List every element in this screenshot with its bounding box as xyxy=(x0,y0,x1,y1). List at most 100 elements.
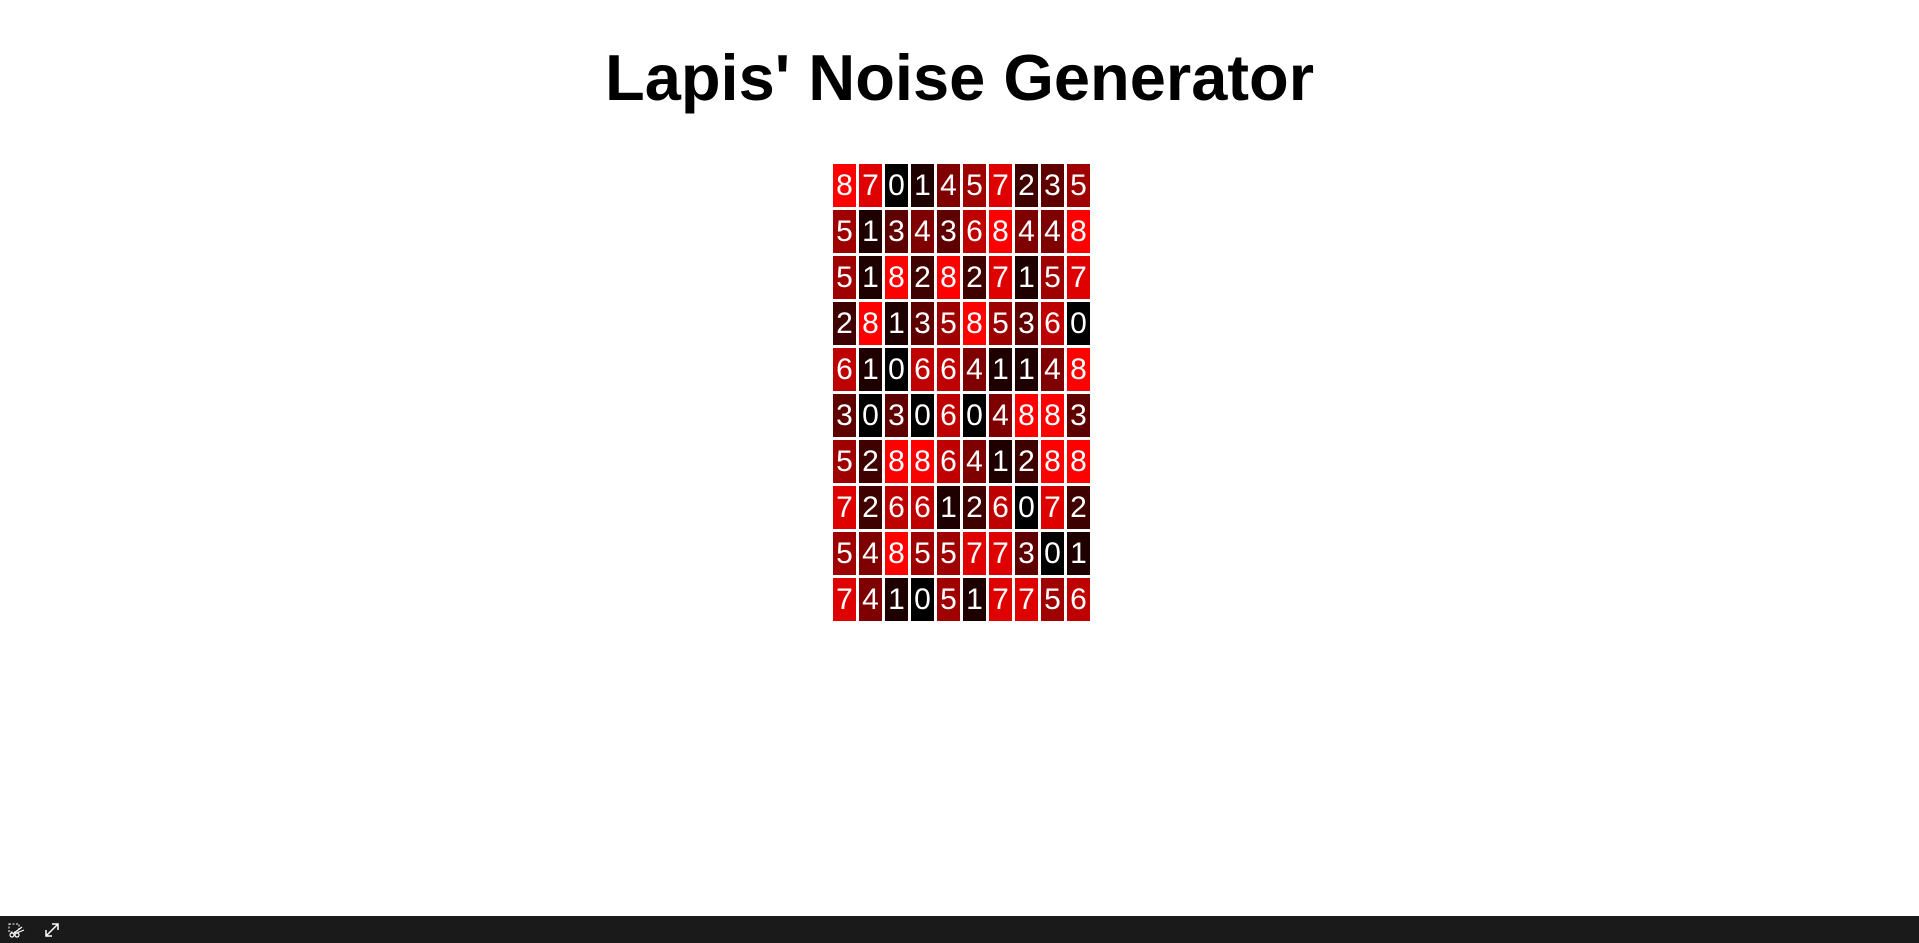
noise-cell: 8 xyxy=(911,440,934,483)
noise-cell: 7 xyxy=(989,578,1012,621)
noise-cell: 0 xyxy=(1067,302,1090,345)
noise-cell: 0 xyxy=(1015,486,1038,529)
noise-cell: 3 xyxy=(885,394,908,437)
noise-cell: 2 xyxy=(963,486,986,529)
noise-cell: 6 xyxy=(937,394,960,437)
noise-cell: 1 xyxy=(1015,256,1038,299)
noise-cell: 2 xyxy=(1015,164,1038,207)
noise-cell: 8 xyxy=(1067,348,1090,391)
noise-cell: 3 xyxy=(1015,532,1038,575)
noise-cell: 3 xyxy=(1015,302,1038,345)
noise-cell: 1 xyxy=(1067,532,1090,575)
noise-cell: 8 xyxy=(937,256,960,299)
noise-cell: 3 xyxy=(1041,164,1064,207)
noise-cell: 2 xyxy=(911,256,934,299)
noise-cell: 6 xyxy=(911,348,934,391)
noise-cell: 8 xyxy=(1041,394,1064,437)
noise-cell: 1 xyxy=(885,578,908,621)
noise-cell: 1 xyxy=(885,302,908,345)
noise-cell: 6 xyxy=(1067,578,1090,621)
noise-grid: 8701457235513436844851828271572813585360… xyxy=(833,164,1090,621)
noise-cell: 0 xyxy=(859,394,882,437)
noise-cell: 6 xyxy=(833,348,856,391)
noise-cell: 7 xyxy=(833,486,856,529)
noise-cell: 5 xyxy=(833,532,856,575)
noise-cell: 7 xyxy=(989,256,1012,299)
noise-cell: 7 xyxy=(1067,256,1090,299)
noise-cell: 5 xyxy=(1041,578,1064,621)
noise-cell: 2 xyxy=(859,486,882,529)
noise-cell: 5 xyxy=(833,256,856,299)
noise-cell: 1 xyxy=(963,578,986,621)
noise-cell: 4 xyxy=(1015,210,1038,253)
noise-cell: 3 xyxy=(937,210,960,253)
noise-cell: 4 xyxy=(963,348,986,391)
noise-cell: 2 xyxy=(1015,440,1038,483)
noise-cell: 1 xyxy=(911,164,934,207)
noise-cell: 2 xyxy=(963,256,986,299)
noise-cell: 8 xyxy=(885,440,908,483)
noise-cell: 6 xyxy=(989,486,1012,529)
noise-cell: 1 xyxy=(859,210,882,253)
noise-cell: 4 xyxy=(911,210,934,253)
noise-cell: 5 xyxy=(833,440,856,483)
noise-cell: 8 xyxy=(833,164,856,207)
noise-cell: 6 xyxy=(1041,302,1064,345)
noise-cell: 6 xyxy=(937,440,960,483)
bottom-toolbar xyxy=(0,916,1919,943)
page: Lapis' Noise Generator 87014572355134368… xyxy=(0,0,1919,943)
noise-cell: 2 xyxy=(859,440,882,483)
scissors-select-icon[interactable] xyxy=(8,921,26,939)
noise-cell: 0 xyxy=(885,348,908,391)
noise-cell: 3 xyxy=(885,210,908,253)
noise-cell: 1 xyxy=(989,348,1012,391)
noise-cell: 8 xyxy=(885,256,908,299)
noise-cell: 7 xyxy=(1015,578,1038,621)
noise-cell: 2 xyxy=(1067,486,1090,529)
noise-cell: 5 xyxy=(937,532,960,575)
noise-cell: 4 xyxy=(1041,348,1064,391)
noise-cell: 8 xyxy=(885,532,908,575)
noise-cell: 8 xyxy=(859,302,882,345)
noise-cell: 8 xyxy=(1067,210,1090,253)
noise-cell: 8 xyxy=(1067,440,1090,483)
noise-cell: 5 xyxy=(833,210,856,253)
noise-cell: 7 xyxy=(989,164,1012,207)
noise-cell: 1 xyxy=(859,348,882,391)
noise-cell: 4 xyxy=(859,532,882,575)
noise-cell: 5 xyxy=(937,302,960,345)
noise-cell: 6 xyxy=(885,486,908,529)
noise-cell: 1 xyxy=(989,440,1012,483)
noise-cell: 7 xyxy=(963,532,986,575)
noise-cell: 6 xyxy=(937,348,960,391)
noise-cell: 2 xyxy=(833,302,856,345)
noise-cell: 6 xyxy=(911,486,934,529)
noise-cell: 7 xyxy=(989,532,1012,575)
noise-cell: 4 xyxy=(989,394,1012,437)
noise-cell: 0 xyxy=(885,164,908,207)
noise-cell: 7 xyxy=(1041,486,1064,529)
noise-cell: 1 xyxy=(937,486,960,529)
noise-cell: 8 xyxy=(963,302,986,345)
noise-cell: 3 xyxy=(911,302,934,345)
noise-cell: 5 xyxy=(963,164,986,207)
noise-cell: 5 xyxy=(911,532,934,575)
page-title: Lapis' Noise Generator xyxy=(604,41,1314,114)
noise-cell: 3 xyxy=(833,394,856,437)
noise-cell: 5 xyxy=(989,302,1012,345)
noise-cell: 1 xyxy=(859,256,882,299)
noise-cell: 0 xyxy=(1041,532,1064,575)
noise-cell: 7 xyxy=(859,164,882,207)
noise-cell: 0 xyxy=(911,394,934,437)
noise-cell: 4 xyxy=(859,578,882,621)
noise-cell: 4 xyxy=(1041,210,1064,253)
noise-cell: 5 xyxy=(937,578,960,621)
noise-cell: 4 xyxy=(937,164,960,207)
noise-cell: 8 xyxy=(989,210,1012,253)
noise-cell: 0 xyxy=(963,394,986,437)
expand-icon[interactable] xyxy=(43,921,61,939)
noise-cell: 1 xyxy=(1015,348,1038,391)
noise-cell: 0 xyxy=(911,578,934,621)
noise-cell: 3 xyxy=(1067,394,1090,437)
noise-cell: 6 xyxy=(963,210,986,253)
